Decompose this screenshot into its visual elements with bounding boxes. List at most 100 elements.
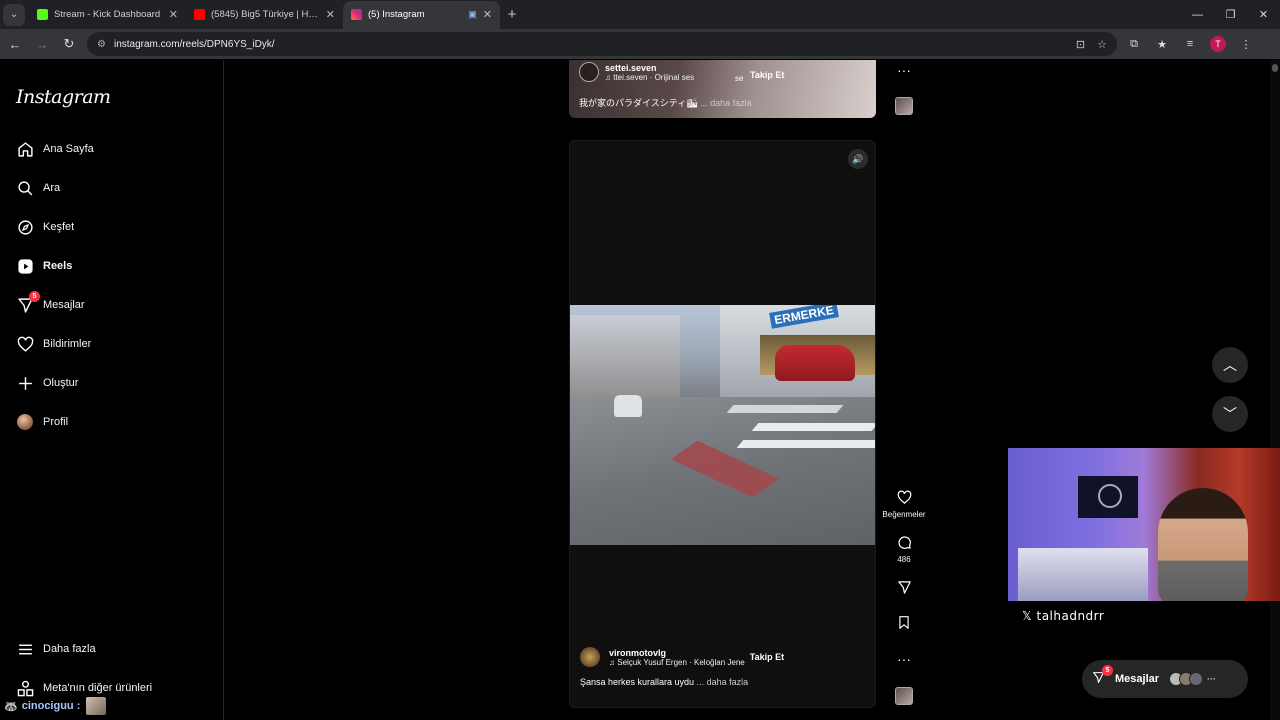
- reel-caption: Şansa herkes kurallara uydu ... daha faz…: [580, 677, 870, 687]
- chevron-down-icon: ﹀: [1223, 406, 1237, 422]
- window-controls: — ❐ ✕: [1181, 0, 1280, 29]
- reel-info: vironmotovlg ♫ Selçuk Yusuf Ergen · Kelo…: [580, 647, 870, 687]
- sidebar-item-reels[interactable]: Reels: [16, 253, 72, 279]
- avatar[interactable]: [580, 647, 600, 667]
- reels-icon: [16, 257, 34, 275]
- reel-audio[interactable]: ♫ ttei.seven · Orijinal ses: [605, 73, 694, 82]
- menu-kebab-icon[interactable]: ⋮: [1235, 33, 1257, 55]
- sidebar-item-explore[interactable]: Keşfet: [16, 214, 74, 240]
- cast-icon[interactable]: ▣: [468, 9, 477, 20]
- reel-audio-truncated: se: [735, 74, 744, 83]
- reload-button[interactable]: ↻: [57, 32, 81, 56]
- likes-label: Beğenmeler: [882, 510, 926, 519]
- close-icon[interactable]: ✕: [326, 8, 335, 21]
- page-scrollbar[interactable]: [1270, 60, 1280, 720]
- reel-username[interactable]: settei.seven: [605, 63, 694, 73]
- extensions-icon[interactable]: ⧉: [1123, 33, 1145, 55]
- site-info-icon[interactable]: ⚙: [97, 39, 106, 50]
- messages-popup-button[interactable]: 5 Mesajlar ···: [1082, 660, 1248, 698]
- sidebar-item-label: Ana Sayfa: [43, 143, 94, 155]
- recent-contacts: [1169, 672, 1204, 686]
- more-link[interactable]: ... daha fazla: [700, 98, 752, 108]
- minimize-icon[interactable]: —: [1181, 0, 1214, 29]
- sidebar-item-create[interactable]: Oluştur: [16, 370, 78, 396]
- music-note-icon: ♫: [605, 72, 614, 82]
- restore-icon[interactable]: ❐: [1214, 0, 1247, 29]
- comment-button[interactable]: 486: [882, 535, 926, 564]
- messages-label: Mesajlar: [1115, 673, 1160, 685]
- sidebar-item-notifications[interactable]: Bildirimler: [16, 331, 91, 357]
- sidebar-item-label: Oluştur: [43, 377, 79, 389]
- more-horizontal-icon: ···: [1207, 674, 1217, 684]
- audio-thumbnail[interactable]: [895, 97, 913, 115]
- save-button[interactable]: [882, 615, 926, 633]
- more-options-button[interactable]: ···: [882, 63, 926, 78]
- back-button[interactable]: ←: [3, 32, 27, 56]
- address-bar[interactable]: ⚙ instagram.com/reels/DPN6YS_iDyk/ ⊡ ☆: [87, 32, 1117, 56]
- reel-audio[interactable]: ♫ Selçuk Yusuf Ergen · Keloğlan Jene: [609, 658, 745, 667]
- avatar: [16, 413, 34, 431]
- avatar[interactable]: [579, 62, 599, 82]
- crosswalk-stripe: [751, 423, 875, 431]
- share-icon: [897, 580, 912, 598]
- more-options-button[interactable]: ···: [882, 652, 926, 667]
- avatar: [1189, 672, 1204, 686]
- sidebar-item-home[interactable]: Ana Sayfa: [16, 136, 94, 162]
- reel-author: vironmotovlg ♫ Selçuk Yusuf Ergen · Kelo…: [580, 647, 870, 667]
- sidebar-item-messages[interactable]: 5 Mesajlar: [16, 291, 85, 318]
- reel-audio-label: Selçuk Yusuf Ergen · Keloğlan Jene: [617, 657, 745, 667]
- crosswalk-stripe: [726, 405, 844, 413]
- notification-badge: 5: [29, 291, 40, 302]
- bookmark-star-icon[interactable]: ☆: [1097, 38, 1107, 51]
- search-icon: [16, 179, 34, 197]
- like-button[interactable]: Beğenmeler: [882, 490, 926, 519]
- install-app-icon[interactable]: ⊡: [1076, 38, 1085, 51]
- webcam-overlay: [1008, 448, 1280, 601]
- close-icon[interactable]: ✕: [483, 8, 492, 21]
- share-button[interactable]: [882, 580, 926, 598]
- reel-caption: 我が家のパラダイスシティ🏙 ... daha fazla: [579, 96, 752, 109]
- plus-icon: [16, 374, 34, 392]
- reel-username[interactable]: vironmotovlg: [609, 648, 745, 658]
- close-window-icon[interactable]: ✕: [1247, 0, 1280, 29]
- tab-youtube[interactable]: (5845) Big5 Türkiye | Hazırlık Se ✕: [186, 1, 343, 29]
- follow-button[interactable]: Takip Et: [745, 648, 789, 666]
- sidebar-item-label: Reels: [43, 260, 73, 272]
- sidebar-item-profile[interactable]: Profil: [16, 409, 68, 435]
- audio-thumbnail[interactable]: [895, 687, 913, 705]
- current-reel[interactable]: 🔊 ERMERKE vironmotovlg ♫ Selçuk Yusuf Er…: [569, 140, 876, 708]
- comments-count: 486: [897, 555, 911, 564]
- browser-tabbar: ⌄ Stream - Kick Dashboard ✕ (5845) Big5 …: [0, 0, 1280, 29]
- sidebar-item-more[interactable]: Daha fazla: [16, 636, 96, 662]
- reel-video[interactable]: ERMERKE: [570, 305, 875, 545]
- tab-kick-dashboard[interactable]: Stream - Kick Dashboard ✕: [29, 1, 186, 29]
- browser-toolbar: ← → ↻ ⚙ instagram.com/reels/DPN6YS_iDyk/…: [0, 29, 1280, 59]
- sidebar-item-label: Ara: [43, 182, 61, 194]
- sidebar-item-search[interactable]: Ara: [16, 175, 60, 201]
- bookmarks-icon[interactable]: ★: [1151, 33, 1173, 55]
- next-reel-button[interactable]: ﹀: [1212, 396, 1248, 432]
- tab-search-button[interactable]: ⌄: [3, 3, 25, 26]
- forward-button[interactable]: →: [30, 32, 54, 56]
- sidebar-item-label: Mesajlar: [43, 299, 85, 311]
- close-icon[interactable]: ✕: [169, 8, 178, 21]
- new-tab-button[interactable]: +: [500, 6, 524, 23]
- hamburger-menu-icon: [16, 640, 34, 658]
- tab-instagram[interactable]: (5) Instagram ▣ ✕: [343, 0, 500, 29]
- media-control-icon[interactable]: ≡: [1179, 33, 1201, 55]
- previous-reel[interactable]: settei.seven ♫ ttei.seven · Orijinal ses…: [569, 60, 876, 118]
- more-horizontal-icon: ···: [897, 62, 911, 78]
- previous-reel-button[interactable]: ︿: [1212, 347, 1248, 383]
- instagram-sidebar: Instagram Ana Sayfa Ara Keşfet Reels 5 M…: [0, 60, 224, 720]
- bed: [1018, 548, 1148, 601]
- profile-avatar[interactable]: T: [1207, 33, 1229, 55]
- follow-button[interactable]: Takip Et: [745, 66, 789, 84]
- stream-chat-line: 🦝 cinociguu :: [4, 697, 107, 715]
- volume-icon[interactable]: 🔊: [848, 149, 868, 169]
- reel-audio-label: ttei.seven · Orijinal ses: [613, 72, 695, 82]
- bookmark-icon: [897, 615, 911, 633]
- sidebar-item-label: Daha fazla: [43, 643, 96, 655]
- scrollbar-thumb[interactable]: [1272, 64, 1278, 72]
- instagram-logo[interactable]: Instagram: [16, 86, 111, 108]
- more-link[interactable]: ... daha fazla: [697, 677, 749, 687]
